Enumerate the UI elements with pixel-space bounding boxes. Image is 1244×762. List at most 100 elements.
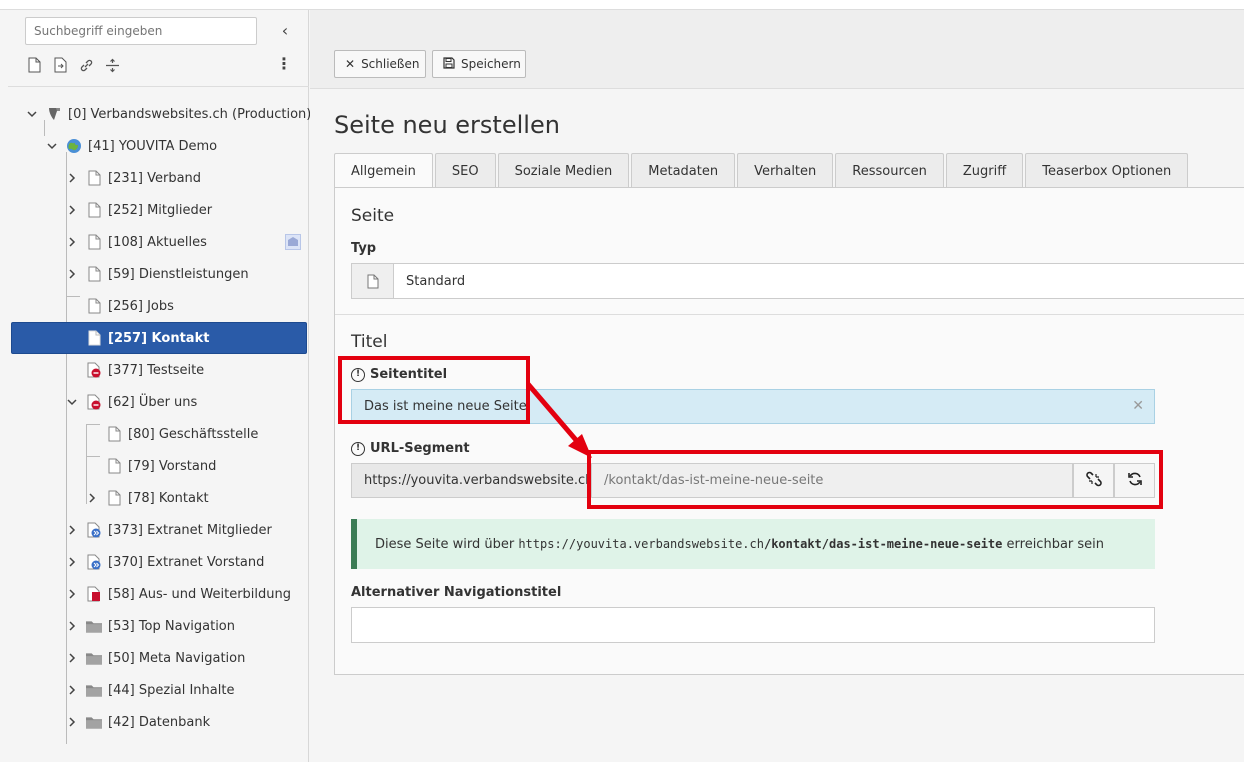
top-bar xyxy=(0,0,1244,10)
tab-teaserbox-optionen[interactable]: Teaserbox Optionen xyxy=(1025,153,1189,188)
chevron-right-icon[interactable] xyxy=(66,684,78,696)
page-shortcut-icon xyxy=(86,553,102,571)
tree-node-page[interactable]: [79] Vorstand xyxy=(86,450,216,482)
tree-node-label: [373] Extranet Mitglieder xyxy=(108,522,272,538)
page-hidden-icon xyxy=(86,585,102,603)
highlight-box-seitentitel xyxy=(338,356,530,424)
new-page-icon[interactable] xyxy=(26,55,43,75)
tree-node-folder[interactable]: [53] Top Navigation xyxy=(66,610,235,642)
link-icon[interactable] xyxy=(78,55,95,75)
folder-icon xyxy=(86,681,102,699)
tree-search-input[interactable] xyxy=(25,17,257,45)
tree-node-label: [79] Vorstand xyxy=(128,458,217,474)
tab-zugriff[interactable]: Zugriff xyxy=(945,153,1024,188)
alt-nav-title-label: Alternativer Navigationstitel xyxy=(351,585,562,600)
alt-nav-title-input[interactable] xyxy=(351,607,1155,643)
page-icon xyxy=(86,201,102,219)
tree-node-label: [50] Meta Navigation xyxy=(108,650,246,666)
tree-node-label: [0] Verbandswebsites.ch (Production) xyxy=(68,106,312,122)
page-icon xyxy=(86,329,102,347)
tree-node-page[interactable]: [59] Dienstleistungen xyxy=(66,258,249,290)
section-heading-seite: Seite xyxy=(351,206,395,226)
chevron-down-icon[interactable] xyxy=(46,140,58,152)
close-icon: ✕ xyxy=(345,57,356,71)
tree-divider xyxy=(8,86,309,87)
collapse-sidebar-icon[interactable]: ‹ xyxy=(276,20,294,42)
tree-node-label: [252] Mitglieder xyxy=(108,202,213,218)
folder-icon xyxy=(86,649,102,667)
tab-verhalten[interactable]: Verhalten xyxy=(737,153,834,188)
chevron-right-icon[interactable] xyxy=(66,236,78,248)
tree-node-page[interactable]: [62] Über uns xyxy=(66,386,197,418)
divider-icon[interactable] xyxy=(104,55,121,75)
save-button[interactable]: Speichern xyxy=(432,50,526,78)
page-type-icon xyxy=(352,264,394,298)
tree-node-label: [53] Top Navigation xyxy=(108,618,236,634)
tree-node-label: [80] Geschäftsstelle xyxy=(128,426,259,442)
chevron-right-icon[interactable] xyxy=(66,268,78,280)
page-icon xyxy=(106,457,122,475)
tree-node-selected[interactable]: [257] Kontakt xyxy=(11,322,307,354)
page-icon xyxy=(86,169,102,187)
tab-seo[interactable]: SEO xyxy=(434,153,496,188)
close-button[interactable]: ✕ Schließen xyxy=(334,50,426,78)
tree-node-page[interactable]: [373] Extranet Mitglieder xyxy=(66,514,272,546)
tab-ressourcen[interactable]: Ressourcen xyxy=(835,153,944,188)
page-shortcut-icon xyxy=(86,521,102,539)
clear-icon[interactable]: ✕ xyxy=(1132,398,1144,414)
page-tree-sidebar: ‹ ⋮ [0] Verbandswebsites.ch (Production) xyxy=(8,10,311,762)
url-segment-label: ! URL-Segment xyxy=(351,441,470,456)
tab-bar: Allgemein SEO Soziale Medien Metadaten V… xyxy=(334,153,1189,189)
tree-node-page[interactable]: [58] Aus- und Weiterbildung xyxy=(66,578,291,610)
chevron-right-icon[interactable] xyxy=(66,172,78,184)
tree-node-site[interactable]: [41] YOUVITA Demo xyxy=(46,130,217,162)
chevron-down-icon[interactable] xyxy=(66,396,78,408)
tree-node-label: [108] Aktuelles xyxy=(108,234,207,250)
tree-node-page[interactable]: [80] Geschäftsstelle xyxy=(86,418,258,450)
tree-node-label: [58] Aus- und Weiterbildung xyxy=(108,586,292,602)
tree-node-root[interactable]: [0] Verbandswebsites.ch (Production) xyxy=(26,98,311,130)
tab-metadaten[interactable]: Metadaten xyxy=(631,153,736,188)
folder-icon xyxy=(86,617,102,635)
tree-node-label: [59] Dienstleistungen xyxy=(108,266,249,282)
page-title: Seite neu erstellen xyxy=(334,111,560,139)
type-select[interactable]: Standard xyxy=(351,263,1244,299)
tree-node-label: [370] Extranet Vorstand xyxy=(108,554,265,570)
chevron-down-icon[interactable] xyxy=(26,108,38,120)
page-hidden-icon xyxy=(86,361,102,379)
tree-node-page[interactable]: [256] Jobs xyxy=(66,290,174,322)
close-label: Schließen xyxy=(361,57,420,71)
tree-node-page[interactable]: [231] Verband xyxy=(66,162,201,194)
chevron-right-icon[interactable] xyxy=(66,716,78,728)
tree-node-page[interactable]: [377] Testseite xyxy=(66,354,204,386)
section-heading-titel: Titel xyxy=(351,332,388,352)
tree-menu-icon[interactable]: ⋮ xyxy=(276,54,292,76)
chevron-right-icon[interactable] xyxy=(86,492,98,504)
tree-toolbar xyxy=(26,54,121,76)
tree-node-label: [78] Kontakt xyxy=(128,490,209,506)
tab-allgemein[interactable]: Allgemein xyxy=(334,153,433,189)
typo3-logo-icon xyxy=(46,105,62,123)
tab-soziale-medien[interactable]: Soziale Medien xyxy=(497,153,630,188)
tree-node-label: [42] Datenbank xyxy=(108,714,211,730)
tree-node-folder[interactable]: [44] Spezial Inhalte xyxy=(66,674,234,706)
globe-icon xyxy=(66,137,82,155)
chevron-right-icon[interactable] xyxy=(66,524,78,536)
page-icon xyxy=(86,233,102,251)
page-copy-icon[interactable] xyxy=(52,55,69,75)
chevron-right-icon[interactable] xyxy=(66,556,78,568)
chevron-right-icon[interactable] xyxy=(66,204,78,216)
tree-node-folder[interactable]: [50] Meta Navigation xyxy=(66,642,245,674)
chevron-right-icon[interactable] xyxy=(66,588,78,600)
tree-node-page[interactable]: [78] Kontakt xyxy=(86,482,209,514)
page-icon xyxy=(106,425,122,443)
url-notice: Diese Seite wird über https://youvita.ve… xyxy=(351,519,1155,569)
highlight-box-url-segment xyxy=(587,450,1163,509)
tree-node-page[interactable]: [370] Extranet Vorstand xyxy=(66,546,264,578)
tree-node-page[interactable]: [252] Mitglieder xyxy=(66,194,212,226)
tree-node-page[interactable]: [108] Aktuelles xyxy=(66,226,309,258)
notice-text-post: erreichbar sein xyxy=(1002,536,1105,552)
tree-node-folder[interactable]: [42] Datenbank xyxy=(66,706,210,738)
chevron-right-icon[interactable] xyxy=(66,620,78,632)
chevron-right-icon[interactable] xyxy=(66,652,78,664)
